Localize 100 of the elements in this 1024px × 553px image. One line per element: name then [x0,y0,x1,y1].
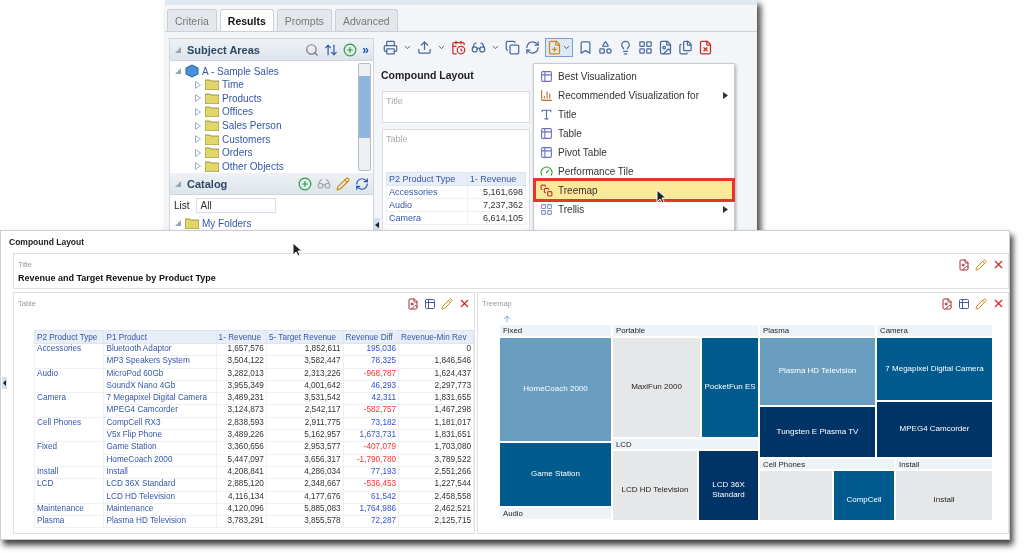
glasses-icon[interactable] [471,40,486,55]
sort-icon[interactable] [324,42,339,57]
table-cell: 61,542 [343,491,399,504]
document-x-icon[interactable] [698,40,713,55]
table-cell: 2,313,226 [266,368,344,381]
menu-item[interactable]: Pivot Table [536,143,732,161]
table-cell: 73,182 [343,417,399,430]
properties-icon[interactable] [958,297,970,310]
collapse-handle-icon[interactable] [2,377,7,389]
caret-icon[interactable] [491,43,500,52]
tab[interactable]: Advanced [334,9,398,31]
tree-item[interactable]: Orders [222,147,253,159]
table-cell: -536,453 [343,478,399,492]
treemap-tile[interactable]: CompCell [833,470,895,520]
printer-icon[interactable] [383,40,398,55]
menu-item[interactable]: Title [536,105,732,123]
treemap-tile[interactable]: LCD HD Television [612,450,698,520]
treemap-tile[interactable]: Install [895,470,993,520]
table-cell: 4,286,034 [266,466,344,479]
format-icon[interactable] [407,297,419,310]
refresh-icon[interactable] [355,176,369,191]
treemap-tile[interactable]: PocketFun ES [701,337,759,438]
copy-icon[interactable] [505,40,520,55]
tree-item[interactable]: Products [222,92,262,104]
table-cell: HomeCoach 2000 [103,454,217,467]
tree-item[interactable]: Sales Person [222,120,282,131]
table-cell: 1,657,576 [216,343,267,356]
edit-icon[interactable] [441,297,453,310]
treemap-tile[interactable]: Tungsten E Plasma TV [759,406,876,458]
tree-item[interactable]: Customers [222,133,271,145]
list-field[interactable]: All [195,198,276,213]
menu-item[interactable]: Table [536,124,732,142]
table-cell: Accessories [386,185,468,199]
bookmark-icon[interactable] [578,40,593,55]
grid-icon[interactable] [638,40,653,55]
treemap-tile[interactable]: MPEG4 Camcorder [876,401,993,458]
expand-icon[interactable] [194,135,202,144]
edit-icon[interactable] [975,297,987,310]
expand-icon[interactable] [194,148,202,157]
expand-icon[interactable] [194,80,202,89]
treemap-tile[interactable] [759,470,833,520]
table-cell: 2,125,715 [398,515,474,528]
add-icon[interactable] [298,176,312,191]
menu-item[interactable]: Recommended Visualization for [536,86,732,104]
menu-item[interactable]: Performance Tile [536,162,732,180]
tree-item[interactable]: My Folders [202,217,252,229]
image-document-icon[interactable] [658,40,673,55]
expand-icon[interactable] [194,162,202,171]
table-cell: 2,348,667 [266,478,344,492]
edit-icon[interactable] [975,258,987,271]
menu-item[interactable]: Trellis [536,200,732,218]
tree-item[interactable]: Time [222,79,244,91]
add-icon[interactable] [343,42,358,57]
refresh-icon[interactable] [525,40,540,55]
table-cell: 3,531,542 [266,392,344,405]
expand-icon[interactable] [194,107,202,116]
new-view-button[interactable] [545,38,573,57]
expand-more-link[interactable]: » [362,42,369,57]
delete-icon[interactable] [992,258,1005,271]
lightbulb-icon[interactable] [618,40,633,55]
expand-icon[interactable] [194,94,202,103]
treemap-tile[interactable]: MaxiFun 2000 [612,337,701,438]
caret-icon[interactable] [403,43,412,52]
delete-icon[interactable] [992,297,1005,310]
upload-icon[interactable] [417,40,432,55]
format-icon[interactable] [958,258,970,271]
collapse-icon[interactable] [174,179,182,188]
search-icon[interactable] [305,42,320,57]
tree-item[interactable]: Other Objects [222,160,284,172]
caret-icon[interactable] [437,43,446,52]
treemap-tile[interactable]: LCD 36X Standard [698,450,759,520]
tab[interactable]: Results [219,9,274,31]
collapse-icon[interactable] [174,45,182,54]
shapes-icon[interactable] [598,40,613,55]
tree-item[interactable]: Offices [222,106,253,118]
delete-icon[interactable] [458,297,471,310]
menu-item[interactable]: Best Visualization [536,67,732,85]
menu-item[interactable]: Treemap [536,181,732,199]
column-header: P2 Product Type [386,172,468,186]
format-icon[interactable] [941,297,953,310]
drill-up-icon[interactable] [502,314,512,324]
properties-icon[interactable] [424,297,436,310]
chart-icon [540,88,553,102]
table-cell: 1,703,080 [398,441,474,455]
tab[interactable]: Criteria [167,9,217,31]
table-cell: 2,542,117 [266,405,344,418]
treemap-tile[interactable]: Game Station [499,442,612,507]
pencil-icon[interactable] [336,176,350,191]
expand-icon[interactable] [174,67,182,75]
expand-icon[interactable] [174,219,182,228]
table-cell: Install [34,466,104,479]
tab[interactable]: Prompts [276,9,332,31]
table-cell: 2,551,266 [398,466,474,479]
treemap-tile[interactable]: 7 Megapixel Digital Camera [876,337,993,401]
tree-item[interactable]: A - Sample Sales [202,65,279,77]
calendar-icon[interactable] [451,40,466,55]
scrollbar[interactable] [358,63,371,171]
documents-icon[interactable] [678,40,693,55]
table-cell: 0 [398,343,474,356]
expand-icon[interactable] [194,121,202,130]
